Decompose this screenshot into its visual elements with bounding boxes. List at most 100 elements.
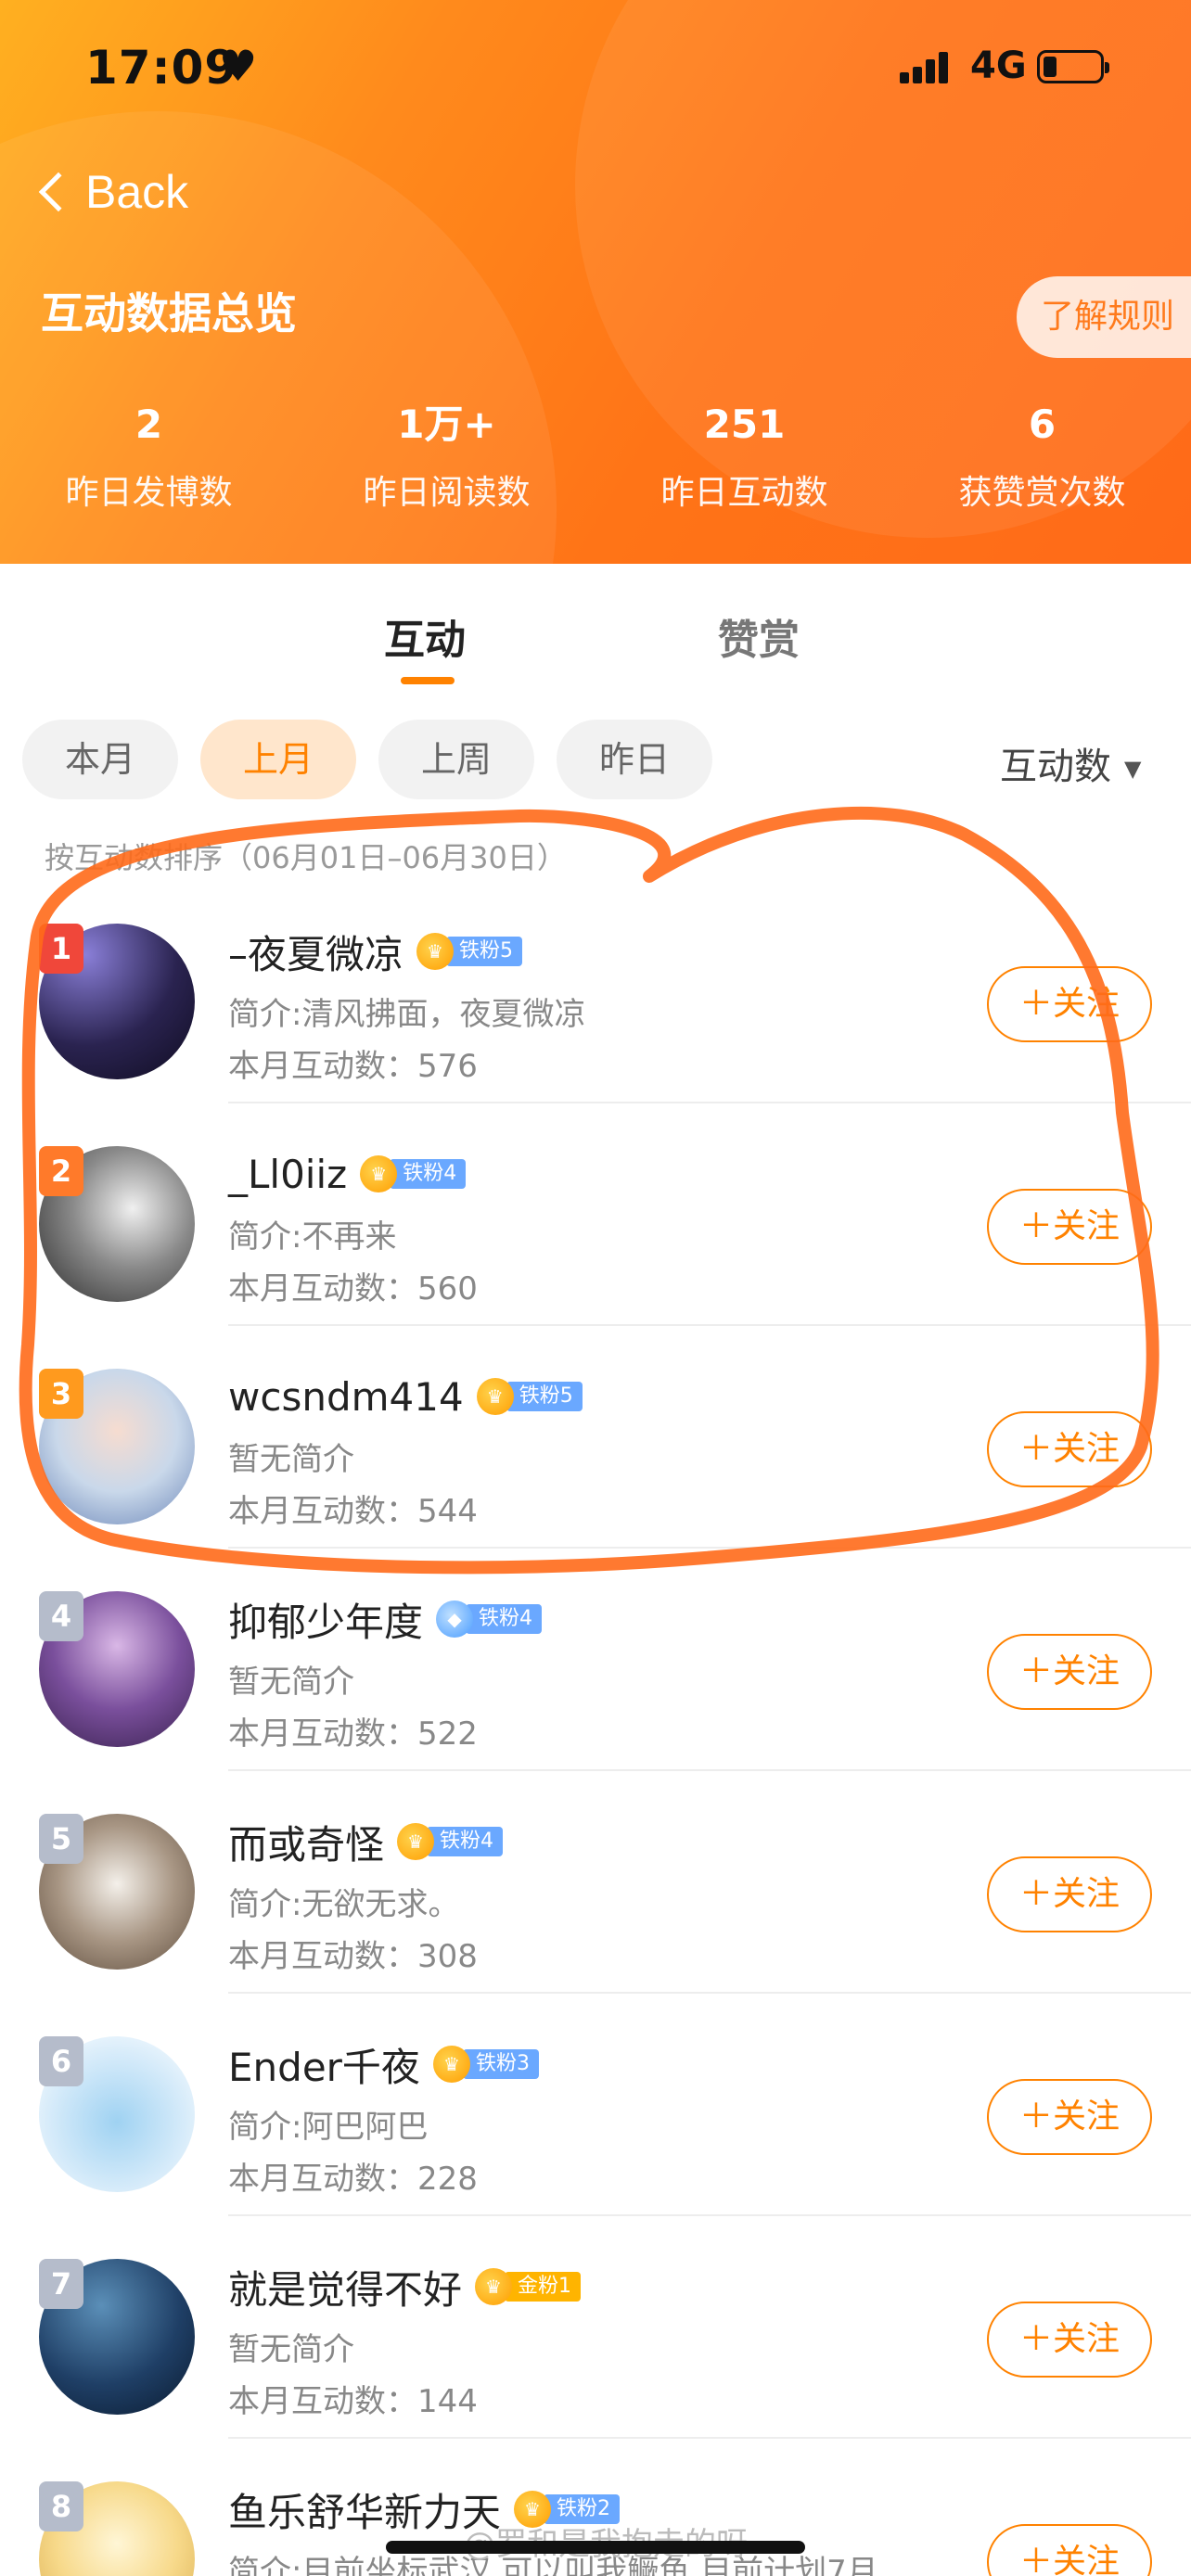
follow-button[interactable]: ＋关注 (987, 1856, 1152, 1932)
follow-button[interactable]: ＋关注 (987, 966, 1152, 1042)
fan-level: 铁粉4 (390, 1159, 467, 1189)
user-name[interactable]: _Ll0iiz (228, 1152, 347, 1197)
list-item[interactable]: 3 wcsndm414 ♛ 铁粉5 暂无简介 本月互动数：544 ＋关注 (0, 1326, 1191, 1549)
rank-badge: 8 (39, 2481, 83, 2531)
stat-label: 昨日互动数 (660, 474, 828, 512)
tab-interaction[interactable]: 互动 (384, 606, 466, 666)
period-last-week[interactable]: 上周 (378, 720, 534, 799)
period-this-month[interactable]: 本月 (22, 720, 178, 799)
fan-badge: ♛ 铁粉3 (432, 2046, 539, 2083)
battery-icon (1037, 50, 1109, 83)
follow-button[interactable]: ＋关注 (987, 1189, 1152, 1265)
rank-badge: 1 (39, 924, 83, 974)
follow-button[interactable]: ＋关注 (987, 2302, 1152, 2378)
user-bio: 简介:阿巴阿巴 (228, 2109, 429, 2146)
user-name-line: 而或奇怪 ♛ 铁粉4 (228, 1814, 504, 1870)
user-name[interactable]: 抑郁少年度 (228, 1591, 423, 1648)
user-name-line: 就是觉得不好 ♛ 金粉1 (228, 2259, 582, 2315)
fan-level: 铁粉4 (466, 1604, 543, 1634)
fan-badge: ♛ 铁粉4 (360, 1155, 467, 1192)
user-name-line: _Ll0iiz ♛ 铁粉4 (228, 1148, 467, 1200)
user-name-line: 抑郁少年度 ◆ 铁粉4 (228, 1591, 543, 1648)
user-name[interactable]: wcsndm414 (228, 1374, 464, 1420)
list-item[interactable]: 5 而或奇怪 ♛ 铁粉4 简介:无欲无求。 本月互动数：308 ＋关注 (0, 1771, 1191, 1994)
user-name[interactable]: 而或奇怪 (228, 1814, 384, 1870)
user-name[interactable]: 鱼乐舒华新力天 (228, 2481, 501, 2538)
interaction-count: 本月互动数：228 (228, 2161, 478, 2198)
header: 17:09 ♥ 4G Back 互动数据总览 了解规则 2 昨日发博数 1万+ … (0, 0, 1191, 564)
list-item[interactable]: 6 Ender千夜 ♛ 铁粉3 简介:阿巴阿巴 本月互动数：228 ＋关注 (0, 1994, 1191, 2216)
follow-button[interactable]: ＋关注 (987, 1634, 1152, 1710)
user-bio: 暂无简介 (228, 1441, 354, 1478)
stat-value: 6 (1028, 402, 1057, 447)
user-name[interactable]: –夜夏微凉 (228, 924, 403, 980)
tab-bar: 互动 赞赏 (0, 564, 1191, 703)
back-label: Back (85, 166, 189, 218)
crown-icon: ♛ (360, 1155, 398, 1192)
period-yesterday[interactable]: 昨日 (557, 720, 712, 799)
status-bar: 17:09 ♥ 4G (0, 37, 1191, 102)
rank-badge: 3 (39, 1369, 83, 1419)
network-label: 4G (970, 45, 1027, 87)
stat-label: 获赞赏次数 (958, 474, 1126, 512)
user-bio: 暂无简介 (228, 1664, 354, 1701)
follow-button[interactable]: ＋关注 (987, 1411, 1152, 1487)
stat-rewards: 6 获赞赏次数 (893, 397, 1191, 514)
rank-badge: 5 (39, 1814, 83, 1864)
crown-icon: ♛ (475, 2268, 513, 2305)
list-item[interactable]: 7 就是觉得不好 ♛ 金粉1 暂无简介 本月互动数：144 ＋关注 (0, 2216, 1191, 2439)
crown-icon: ♛ (514, 2491, 552, 2528)
fan-badge: ♛ 铁粉5 (476, 1378, 583, 1415)
rank-badge: 2 (39, 1146, 83, 1196)
fan-level: 铁粉3 (462, 2049, 539, 2079)
stat-interactions: 251 昨日互动数 (596, 397, 893, 514)
sort-dropdown[interactable]: 互动数 ▼ (1000, 736, 1141, 790)
chevron-left-icon (38, 172, 79, 212)
follow-button[interactable]: ＋关注 (987, 2524, 1152, 2576)
stat-value: 251 (703, 402, 786, 447)
status-time: 17:09 (85, 41, 238, 95)
stat-label: 昨日发博数 (65, 474, 233, 512)
crown-icon: ♛ (432, 2046, 470, 2083)
period-filter: 本月 上月 上周 昨日 互动数 ▼ (0, 720, 1191, 799)
stat-value: 2 (134, 402, 163, 447)
fan-badge: ◆ 铁粉4 (436, 1600, 543, 1638)
tab-underline (401, 677, 455, 684)
crown-icon: ♛ (416, 933, 455, 970)
list-item[interactable]: 1 –夜夏微凉 ♛ 铁粉5 简介:清风拂面，夜夏微凉 本月互动数：576 ＋关注 (0, 881, 1191, 1103)
interaction-count: 本月互动数：308 (228, 1938, 478, 1975)
sort-note: 按互动数排序（06月01日–06月30日） (45, 840, 567, 875)
interaction-count: 本月互动数：544 (228, 1493, 478, 1530)
rules-button[interactable]: 了解规则 (1017, 276, 1191, 358)
rank-badge: 6 (39, 2036, 83, 2086)
user-name-line: Ender千夜 ♛ 铁粉3 (228, 2038, 539, 2090)
diamond-icon: ◆ (436, 1600, 474, 1638)
interaction-count: 本月互动数：560 (228, 1270, 478, 1307)
user-name[interactable]: 就是觉得不好 (228, 2259, 462, 2315)
heart-icon: ♥ (219, 41, 258, 91)
fan-level: 铁粉5 (446, 937, 523, 966)
page-title: 互动数据总览 (41, 288, 297, 338)
fan-level: 金粉1 (505, 2272, 582, 2302)
stat-label: 昨日阅读数 (363, 474, 531, 512)
list-item[interactable]: 2 _Ll0iiz ♛ 铁粉4 简介:不再来 本月互动数：560 ＋关注 (0, 1103, 1191, 1326)
user-name[interactable]: Ender千夜 (228, 2036, 420, 2093)
user-bio: 暂无简介 (228, 2331, 354, 2368)
list-item[interactable]: 4 抑郁少年度 ◆ 铁粉4 暂无简介 本月互动数：522 ＋关注 (0, 1549, 1191, 1771)
tab-rewards[interactable]: 赞赏 (718, 606, 800, 666)
stat-posts: 2 昨日发博数 (0, 397, 298, 514)
caret-down-icon: ▼ (1124, 756, 1142, 782)
follow-button[interactable]: ＋关注 (987, 2079, 1152, 2155)
fan-badge: ♛ 铁粉5 (416, 933, 523, 970)
interaction-count: 本月互动数：144 (228, 2383, 478, 2420)
rank-badge: 7 (39, 2259, 83, 2309)
stats-row: 2 昨日发博数 1万+ 昨日阅读数 251 昨日互动数 6 获赞赏次数 (0, 397, 1191, 517)
user-name-line: wcsndm414 ♛ 铁粉5 (228, 1371, 583, 1422)
user-bio: 简介:清风拂面，夜夏微凉 (228, 996, 586, 1033)
stat-reads: 1万+ 昨日阅读数 (298, 397, 596, 514)
back-button[interactable]: Back (35, 159, 188, 224)
home-indicator (386, 2541, 805, 2554)
user-bio: 简介:无欲无求。 (228, 1886, 460, 1923)
user-bio: 简介:不再来 (228, 1218, 397, 1256)
period-last-month[interactable]: 上月 (200, 720, 356, 799)
